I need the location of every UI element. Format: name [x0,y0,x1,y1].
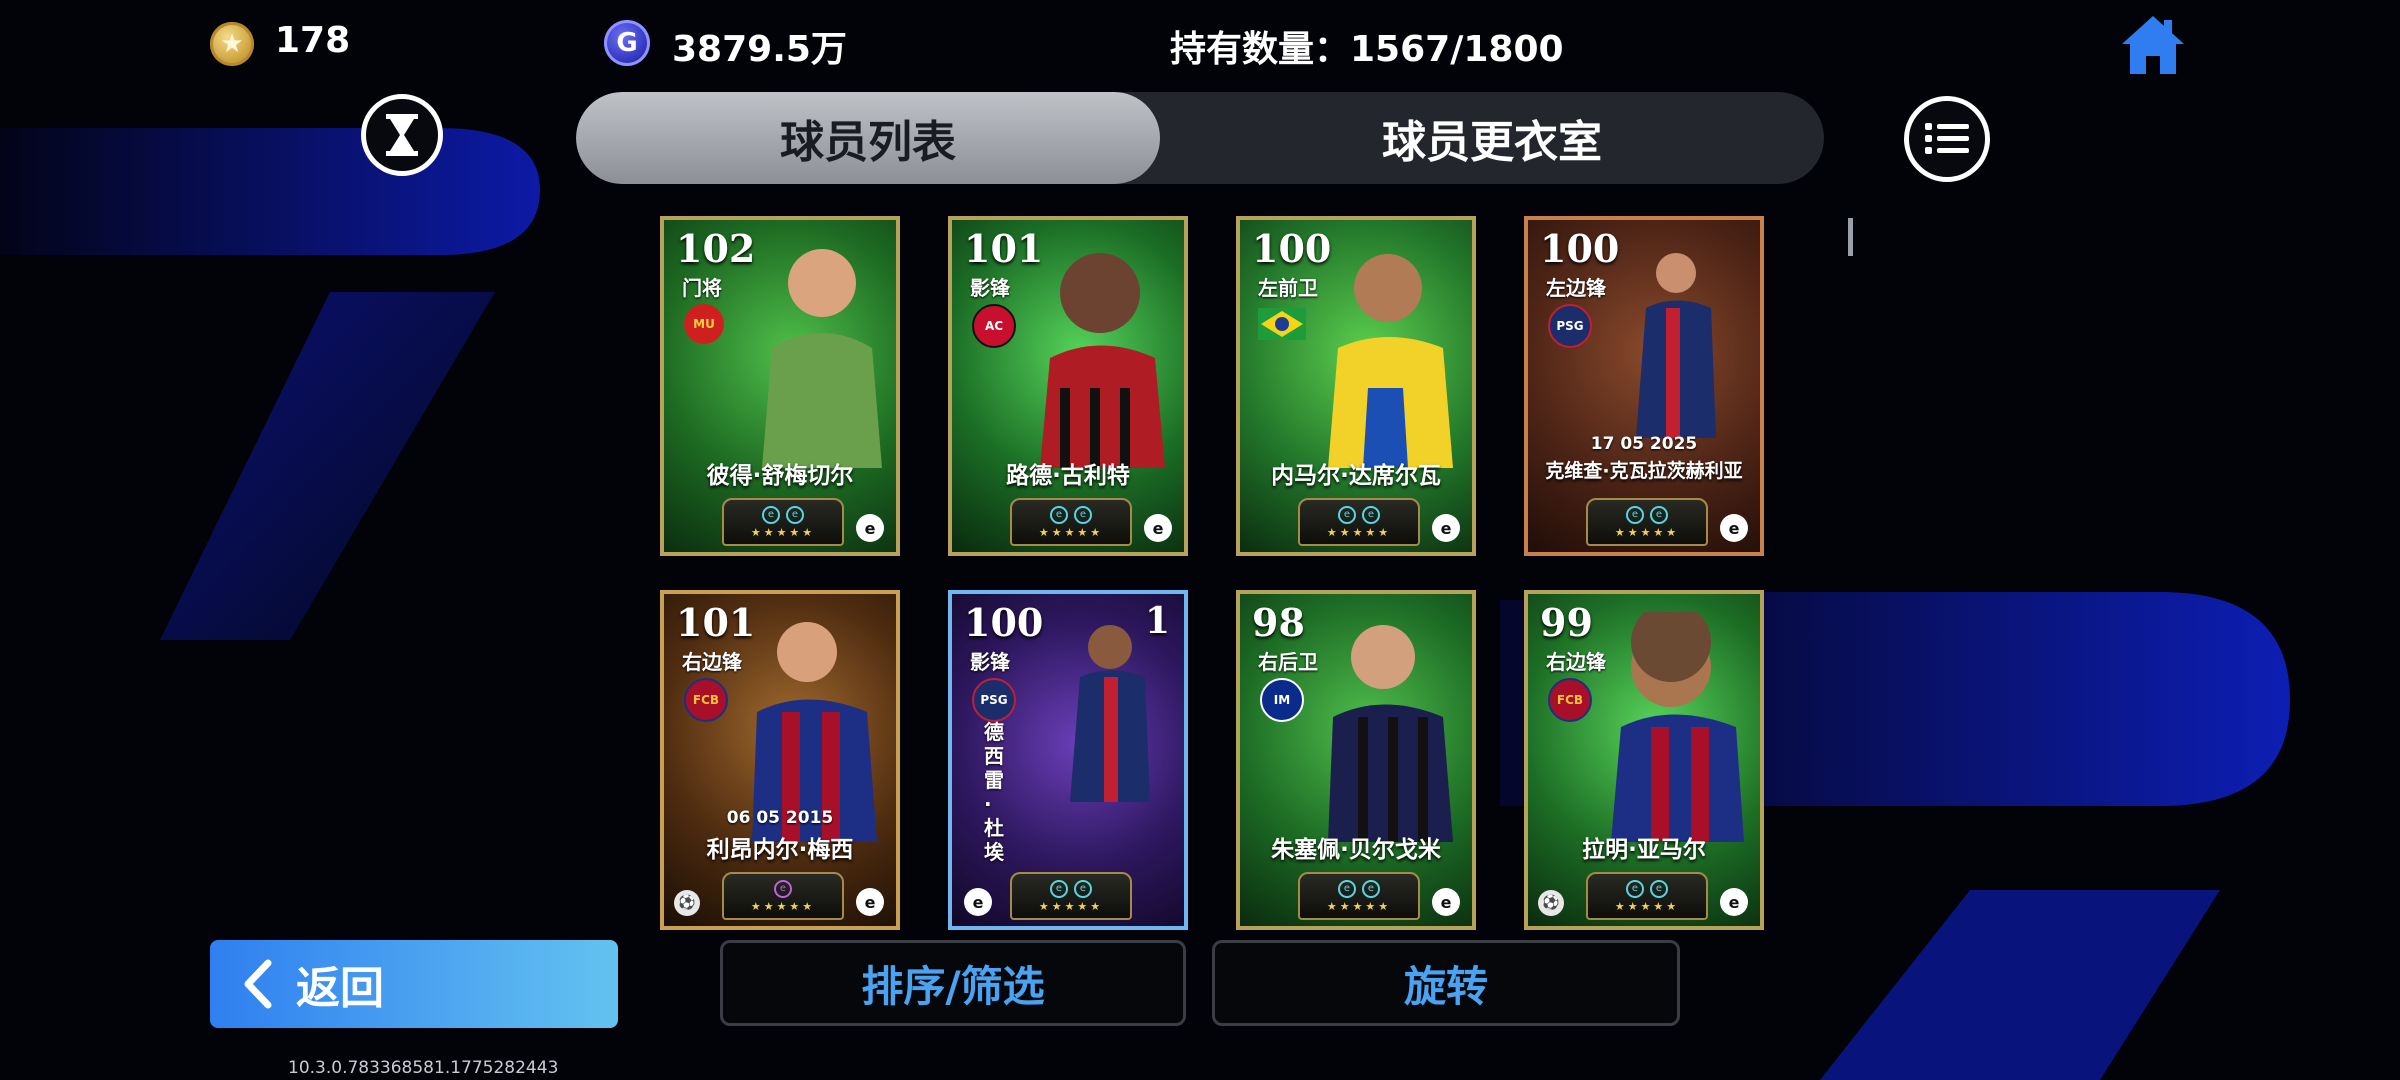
tab-bar: 球员列表 球员更衣室 [576,92,1824,184]
tab-locker-room[interactable]: 球员更衣室 [1160,92,1824,184]
ball-icon: ⚽ [674,890,700,916]
player-card[interactable]: 99 右边锋 FCB 拉明·亚马尔 e e ★★★★★ ⚽ e [1524,590,1764,930]
card-position: 门将 [682,276,722,300]
back-button[interactable]: 返回 [210,940,618,1028]
card-position: 右边锋 [1546,650,1606,674]
card-player-name: 克维查·克瓦拉茨赫利亚 [1545,460,1743,482]
card-skill-plate: e e ★★★★★ [1586,872,1708,920]
player-card[interactable]: 100 左边锋 PSG 17 05 2025 克维查·克瓦拉茨赫利亚 e e ★★★… [1524,216,1764,556]
player-holding-count: 持有数量：1567/1800 [1170,29,1564,70]
scroll-indicator[interactable] [1848,218,1853,256]
ball-icon: ⚽ [1538,890,1564,916]
card-player-name: 朱塞佩·贝尔戈米 [1271,837,1441,863]
player-card[interactable]: 100 1 影锋 PSG 德西雷·杜埃 e e ★★★★★ e [948,590,1188,930]
card-date: 17 05 2025 [1590,434,1698,454]
club-badge-icon: MU [684,304,724,344]
club-badge-icon: PSG [972,678,1016,722]
club-badge-icon: IM [1260,678,1304,722]
efootball-logo-icon: e [1720,514,1748,542]
card-skill-plate: e e ★★★★★ [1010,872,1132,920]
gp-icon: G [604,20,650,66]
card-position: 左前卫 [1258,276,1318,300]
card-skill-plate: e ★★★★★ [722,872,844,920]
card-position: 影锋 [970,276,1010,300]
player-portrait [1328,254,1453,468]
rotate-button[interactable]: 旋转 [1212,940,1680,1026]
tab-player-list[interactable]: 球员列表 [576,92,1160,184]
card-player-name: 内马尔·达席尔瓦 [1271,463,1441,489]
chevron-left-icon [244,959,272,1009]
efootball-logo-icon: e [856,888,884,916]
card-position: 右后卫 [1258,650,1318,674]
player-portrait [1040,253,1165,468]
card-skill-plate: e e ★★★★★ [722,498,844,546]
hourglass-button[interactable] [361,94,443,176]
player-portrait [762,249,882,468]
version-string: 10.3.0.783368581.1775282443 [288,1058,559,1078]
club-badge-icon: PSG [1548,304,1592,348]
card-position: 影锋 [970,650,1010,674]
card-skill-plate: e e ★★★★★ [1298,872,1420,920]
gp-balance: 3879.5万 [672,29,847,70]
card-skill-plate: e e ★★★★★ [1298,498,1420,546]
card-position: 右边锋 [682,650,742,674]
player-card[interactable]: 101 右边锋 FCB 06 05 2015 利昂内尔·梅西 e ★★★★★ ⚽ … [660,590,900,930]
player-portrait [1611,612,1744,842]
card-player-name: 利昂内尔·梅西 [706,837,854,863]
efootball-logo-icon: e [1720,888,1748,916]
player-card[interactable]: 101 影锋 AC 路德·古利特 e e ★★★★★ e [948,216,1188,556]
player-portrait [1328,625,1453,842]
back-button-label: 返回 [296,963,384,1014]
player-card[interactable]: 100 左前卫 内马尔·达席尔瓦 e e ★★★★★ e [1236,216,1476,556]
list-menu-button[interactable] [1904,96,1990,182]
player-card[interactable]: 102 门将 MU 彼得·舒梅切尔 e e ★★★★★ e [660,216,900,556]
efootball-logo-icon: e [856,514,884,542]
card-rating: 99 [1540,600,1593,645]
card-rating: 100 [1252,226,1332,271]
club-badge-icon: FCB [1548,678,1592,722]
efootball-logo-icon: e [1144,514,1172,542]
efootball-logo-icon: e [964,888,992,916]
card-skill-plate: e e ★★★★★ [1010,498,1132,546]
card-rating: 102 [676,226,756,271]
home-icon[interactable] [2118,12,2188,78]
card-rating: 100 [1540,226,1620,271]
card-copy-count: 1 [1144,600,1170,642]
brazil-flag-icon [1258,308,1306,340]
player-portrait [1070,625,1150,802]
card-player-name: 德西雷·杜埃 [984,720,1004,864]
card-date: 06 05 2015 [726,808,834,828]
card-skill-plate: e e ★★★★★ [1586,498,1708,546]
card-player-name: 拉明·亚马尔 [1582,837,1706,863]
club-badge-icon: FCB [684,678,728,722]
hourglass-icon [386,114,418,156]
player-card-grid: 102 门将 MU 彼得·舒梅切尔 e e ★★★★★ e 101 影锋 AC 路德… [660,216,1766,930]
card-rating: 98 [1252,600,1305,645]
list-menu-icon [1925,123,1969,154]
card-rating: 101 [964,226,1044,271]
card-position: 左边锋 [1546,276,1606,300]
club-badge-icon: AC [972,304,1016,348]
top-status-bar: ★ 178 G 3879.5万 持有数量：1567/1800 [0,0,2400,90]
coin-balance: 178 [275,20,351,61]
card-player-name: 彼得·舒梅切尔 [706,463,854,489]
efootball-logo-icon: e [1432,514,1460,542]
sort-filter-button[interactable]: 排序/筛选 [720,940,1186,1026]
card-rating: 101 [676,600,756,645]
player-card[interactable]: 98 右后卫 IM 朱塞佩·贝尔戈米 e e ★★★★★ e [1236,590,1476,930]
card-player-name: 路德·古利特 [1006,463,1130,489]
efootball-logo-icon: e [1432,888,1460,916]
coin-icon: ★ [210,22,254,66]
card-rating: 100 [964,600,1044,645]
